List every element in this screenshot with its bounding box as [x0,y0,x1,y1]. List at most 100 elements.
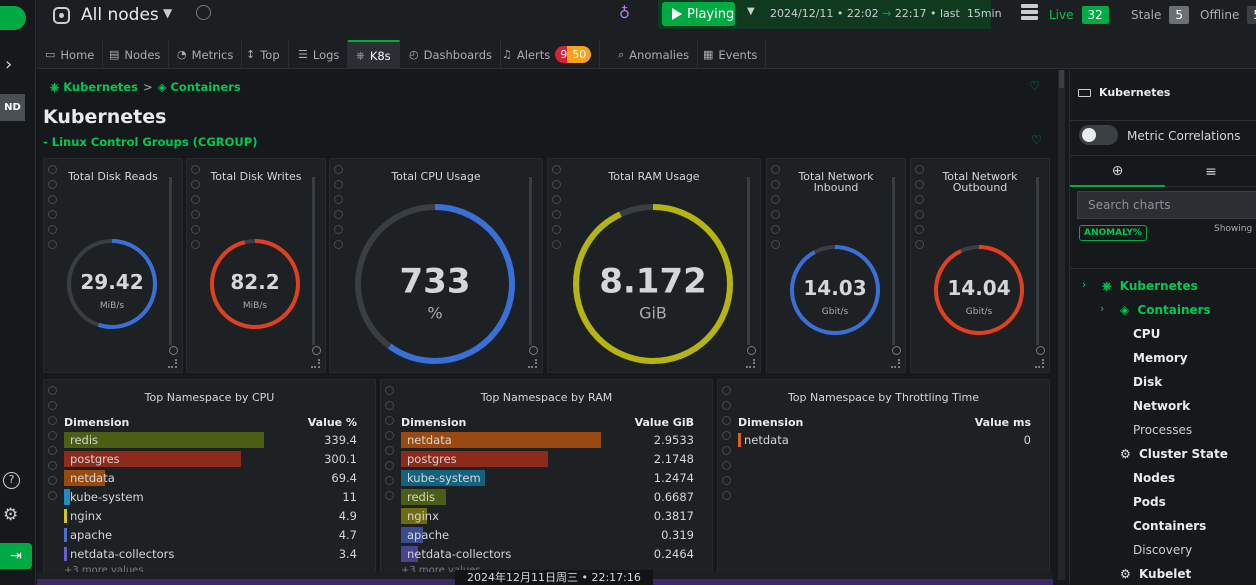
chart-toolbox-icons[interactable] [48,386,58,506]
table-row[interactable]: redis 0.6687 [401,487,694,506]
tree-item-processes[interactable]: Processes [1133,423,1192,437]
metric-correlations-toggle[interactable] [1079,125,1118,145]
filter-tab-icon[interactable]: ≡ [1165,156,1256,187]
logs-icon: ☰ [298,48,308,61]
table-row[interactable]: kube-system 1.2474 [401,468,694,487]
chart-toolbox-icons[interactable] [722,386,732,506]
tree-kubernetes[interactable]: ⎈ Kubernetes [1102,279,1198,294]
tab-logs[interactable]: ☰ Logs [290,40,349,69]
tab-events[interactable]: ▦ Events [695,40,767,69]
row-value: 2.1748 [653,451,694,466]
anomaly-badge[interactable]: ANOMALY% [1079,225,1147,241]
table-row[interactable]: netdata-collectors 3.4 [64,544,357,563]
range-prefix: last [940,7,960,20]
main-content: ⎈ Kubernetes > ◈ Containers ♡ Kubernetes -… [37,70,1056,585]
tab-bar: ▭ Home ▤ Nodes ◔ Metrics ↕ Top ☰ Logs ⎈ K8s ◴ D… [37,40,1256,69]
chevron-right-icon[interactable]: › [5,54,21,75]
play-button[interactable]: Playing [662,2,735,26]
table-row[interactable]: nginx 4.9 [64,506,357,525]
tab-dashboards[interactable]: ◴ Dashboards [401,40,501,69]
kubernetes-icon: ⎈ [1102,279,1116,293]
dimension-header: Dimension [401,416,467,429]
playback-chevron-down-icon[interactable]: ▼ [747,6,755,17]
chevron-right-icon[interactable]: › [1082,278,1086,291]
tab-metrics[interactable]: ◔ Metrics [169,40,243,69]
space-settings-icon[interactable] [196,5,211,20]
tree-item-containers[interactable]: Containers [1133,519,1206,533]
row-dimension: postgres [407,451,457,466]
chevron-down-icon[interactable]: ▼ [163,6,172,20]
charts-tab-icon[interactable]: ⊕ [1070,156,1165,187]
table-row[interactable]: netdata 2.9533 [401,430,694,449]
tree-item-cpu[interactable]: CPU [1133,327,1160,341]
row-value: 339.4 [324,432,357,447]
heart-icon[interactable]: ♡ [1029,79,1040,93]
time-range-picker[interactable]: 2024/12/11 • 22:02 → 22:17 • last 15min [770,7,1002,20]
user-avatar[interactable]: ND [0,94,25,121]
table-row[interactable]: nginx 0.3817 [401,506,694,525]
row-value: 3.4 [338,546,357,561]
dimension-header: Dimension [64,416,130,429]
tab-label: Nodes [124,47,161,62]
breadcrumb-containers[interactable]: Containers [170,80,240,94]
dashboard-icon: ◴ [409,48,419,61]
table-header: Dimension Value GiB [401,416,694,430]
anomalies-icon: ⌕ [618,47,625,61]
tree-cluster-state[interactable]: ⚙ Cluster State [1120,447,1228,461]
table-row[interactable]: postgres 300.1 [64,449,357,468]
main-scrollbar[interactable] [1058,70,1065,580]
tab-anomalies[interactable]: ⌕ Anomalies [610,40,699,69]
tree-item-discovery[interactable]: Discovery [1133,543,1192,557]
space-title[interactable]: All nodes [81,5,159,25]
offline-nodes[interactable]: Offline 57 [1200,6,1256,24]
heart-icon[interactable]: ♡ [1031,133,1042,147]
table-row[interactable]: netdata 69.4 [64,468,357,487]
table-row[interactable]: netdata 0 [738,430,1031,449]
arrow-right-icon: → [882,7,892,20]
gauge-unit: % [427,304,442,323]
live-nodes[interactable]: Live 32 [1049,6,1109,24]
tab-label: Anomalies [629,47,690,62]
tree-item-disk[interactable]: Disk [1133,375,1162,389]
tree-item-pods[interactable]: Pods [1133,495,1166,509]
left-rail: › ND ? ⚙ ⇥ [0,0,36,585]
sign-in-icon[interactable]: ⇥ [0,543,32,569]
tab-top[interactable]: ↕ Top [238,40,289,69]
settings-gear-icon[interactable]: ⚙ [3,505,21,525]
table-row[interactable]: apache 0.319 [401,525,694,544]
table-row[interactable]: apache 4.7 [64,525,357,544]
tree-containers[interactable]: ◈ Containers [1120,303,1211,317]
search-charts-input[interactable] [1077,191,1256,219]
tab-label: Metrics [191,47,234,62]
tab-k8s[interactable]: ⎈ K8s [348,40,400,69]
tree-item-nodes[interactable]: Nodes [1133,471,1175,485]
stale-nodes[interactable]: Stale 5 [1131,6,1190,24]
lightbulb-icon[interactable]: ♁ [619,4,630,22]
table-row[interactable]: redis 339.4 [64,430,357,449]
table-title: Top Namespace by CPU [144,391,275,404]
table-row[interactable]: netdata-collectors 0.2464 [401,544,694,563]
tab-home[interactable]: ▭ Home [37,40,104,69]
space-icon[interactable] [53,7,70,24]
table-row[interactable]: kube-system 11 [64,487,357,506]
tree-item-network[interactable]: Network [1133,399,1190,413]
row-dimension: redis [407,489,436,504]
server-stack-icon[interactable] [1021,4,1038,21]
netdata-logo[interactable] [0,6,26,30]
timeline-bar[interactable]: 2024年12月11日周三 • 22:17:16 [37,570,1053,585]
help-icon[interactable]: ? [3,472,20,489]
range-date: 2024/12/11 [770,7,834,20]
gauge-card: Total Disk Reads 29.42 MiB/s [43,158,183,373]
table-row[interactable]: postgres 2.1748 [401,449,694,468]
chevron-right-icon[interactable]: › [1100,302,1104,315]
tab-nodes[interactable]: ▤ Nodes [101,40,170,69]
tree-item-memory[interactable]: Memory [1133,351,1188,365]
playback-control: Playing ▼ 2024/12/11 • 22:02 → 22:17 • l… [658,0,1002,29]
tree-kubelet[interactable]: ⚙ Kubelet [1120,567,1191,581]
gauge-value: 14.03 [803,276,866,300]
breadcrumb-kubernetes[interactable]: Kubernetes [63,80,138,94]
chart-toolbox-icons[interactable] [385,386,395,506]
tab-alerts[interactable]: ♫ Alerts 9 50 [494,40,601,69]
row-dimension: netdata [744,432,789,447]
top-bar: All nodes ▼ ♁ Playing ▼ 2024/12/11 • 22:… [37,0,1256,40]
